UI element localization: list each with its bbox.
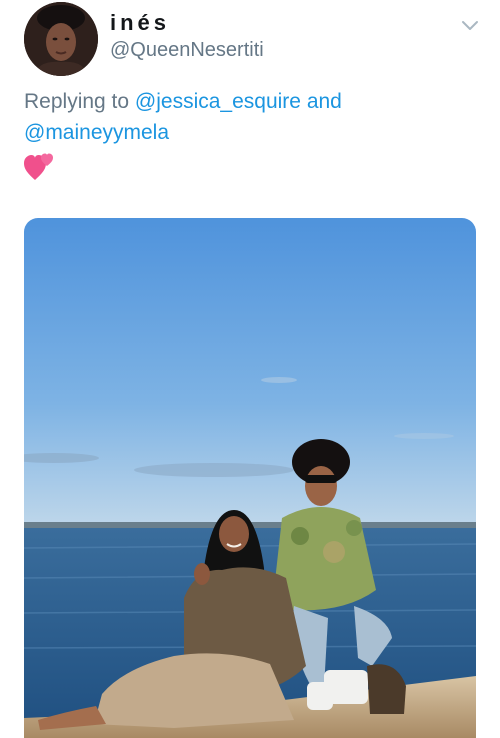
mention-link[interactable]: @jessica_esquire [135,90,301,113]
two-hearts-emoji [24,153,53,180]
reply-conjunction: and [306,90,342,113]
author-handle[interactable]: @QueenNesertiti [110,39,264,62]
author-avatar[interactable] [24,2,98,76]
tweet-photo[interactable] [24,218,476,738]
chevron-down-icon[interactable] [460,18,480,32]
mention-link[interactable]: @maineyymela [24,121,169,144]
reply-prefix: Replying to [24,90,130,113]
beach-photo [24,218,476,738]
reply-context: Replying to @jessica_esquire and @mainey… [24,86,464,148]
avatar-image [24,2,98,76]
author-display-name[interactable]: inés [110,10,170,36]
